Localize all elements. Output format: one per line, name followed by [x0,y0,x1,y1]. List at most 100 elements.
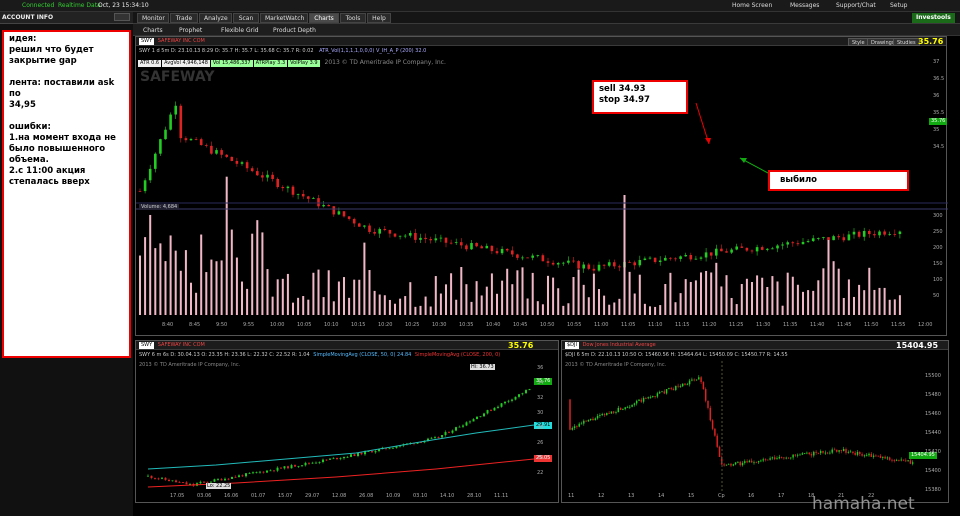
subtab-charts[interactable]: Charts [143,27,163,34]
axis-tick: 11:00 [594,322,609,328]
volume-bar [409,282,412,315]
candle [601,414,603,416]
connection-status: Connected [22,2,55,9]
candle [852,451,854,453]
tab-trade[interactable]: Trade [170,13,198,23]
tab-marketwatch[interactable]: MarketWatch [260,13,308,23]
setup-link[interactable]: Setup [890,2,907,9]
candle [709,252,713,256]
candle [608,412,610,414]
volume-bar [791,276,794,315]
candle [677,385,679,387]
candle [569,399,571,430]
candle [626,407,629,408]
panel-collapse-button[interactable] [114,13,130,21]
volume-bar [664,283,667,315]
volume-bar [689,281,692,315]
candle [224,478,226,481]
volume-bar [501,280,504,315]
candle [694,258,698,260]
candle [740,246,744,248]
candle [485,245,489,249]
candle [286,186,290,189]
tab-charts[interactable]: Charts [309,13,339,23]
volume-bar [858,284,861,315]
volume-bar [490,273,493,315]
volume-bar [373,290,376,315]
tab-analyze[interactable]: Analyze [199,13,232,23]
candle [794,454,797,456]
support-chat-link[interactable]: Support/Chat [836,2,876,9]
candle [615,412,617,413]
candle [448,432,450,433]
candle [454,242,458,243]
candle [318,462,321,463]
volume-bar [643,303,646,315]
volume-bar [174,250,177,315]
candle [521,257,524,259]
candle [582,264,585,269]
candle [645,398,647,399]
volume-bar [674,302,677,315]
candle [776,458,778,460]
candle [715,248,718,256]
candle [781,244,784,246]
candle [486,410,489,414]
candle [490,245,494,252]
candle [507,400,510,402]
axis-tick: 26 [537,440,544,446]
home-screen-link[interactable]: Home Screen [732,2,772,9]
tab-help[interactable]: Help [367,13,391,23]
volume-bar [246,288,249,315]
candle [311,462,314,464]
candle [741,462,744,466]
candle [730,463,732,466]
candle [849,451,852,453]
volume-bar [817,280,820,315]
brand-logo: Investools [912,13,955,23]
volume-bar [317,269,320,315]
candle [147,475,149,477]
subtab-prophet[interactable]: Prophet [179,27,202,34]
candle [322,459,324,463]
axis-tick: 10:45 [513,322,528,328]
candle [332,457,335,459]
volume-bar [582,284,585,315]
messages-link[interactable]: Messages [790,2,819,9]
axis-tick: 28 [537,425,544,431]
candle [893,460,896,462]
candle [157,478,160,480]
candle [210,145,213,154]
tab-scan[interactable]: Scan [233,13,259,23]
lo-label: Lo: 22.25 [206,483,232,489]
swy-daily-svg [147,388,535,488]
volume-bar [863,290,866,315]
volume-bar [297,297,300,315]
subtab-product-depth[interactable]: Product Depth [273,27,316,34]
candle [235,160,239,164]
candle [771,248,774,250]
volume-bar [276,279,279,315]
candle [495,251,499,254]
subtab-flexible-grid[interactable]: Flexible Grid [221,27,259,34]
candle [649,397,652,398]
candle [371,451,373,453]
candle [658,260,662,262]
candle [875,455,877,457]
candle [596,415,599,419]
volume-bar [669,272,672,315]
candle [638,399,640,401]
axis-tick: 8:45 [189,322,201,328]
tab-tools[interactable]: Tools [340,13,366,23]
volume-bar [470,301,473,315]
axis-tick: 10:35 [459,322,474,328]
axis-tick: 8:40 [162,322,174,328]
candle [891,459,893,461]
volume-bar [439,293,442,315]
candle [521,393,524,395]
volume-bar [205,272,208,315]
candle [762,459,764,461]
volume-bar [756,275,759,315]
tab-monitor[interactable]: Monitor [137,13,169,23]
candle [877,455,879,457]
